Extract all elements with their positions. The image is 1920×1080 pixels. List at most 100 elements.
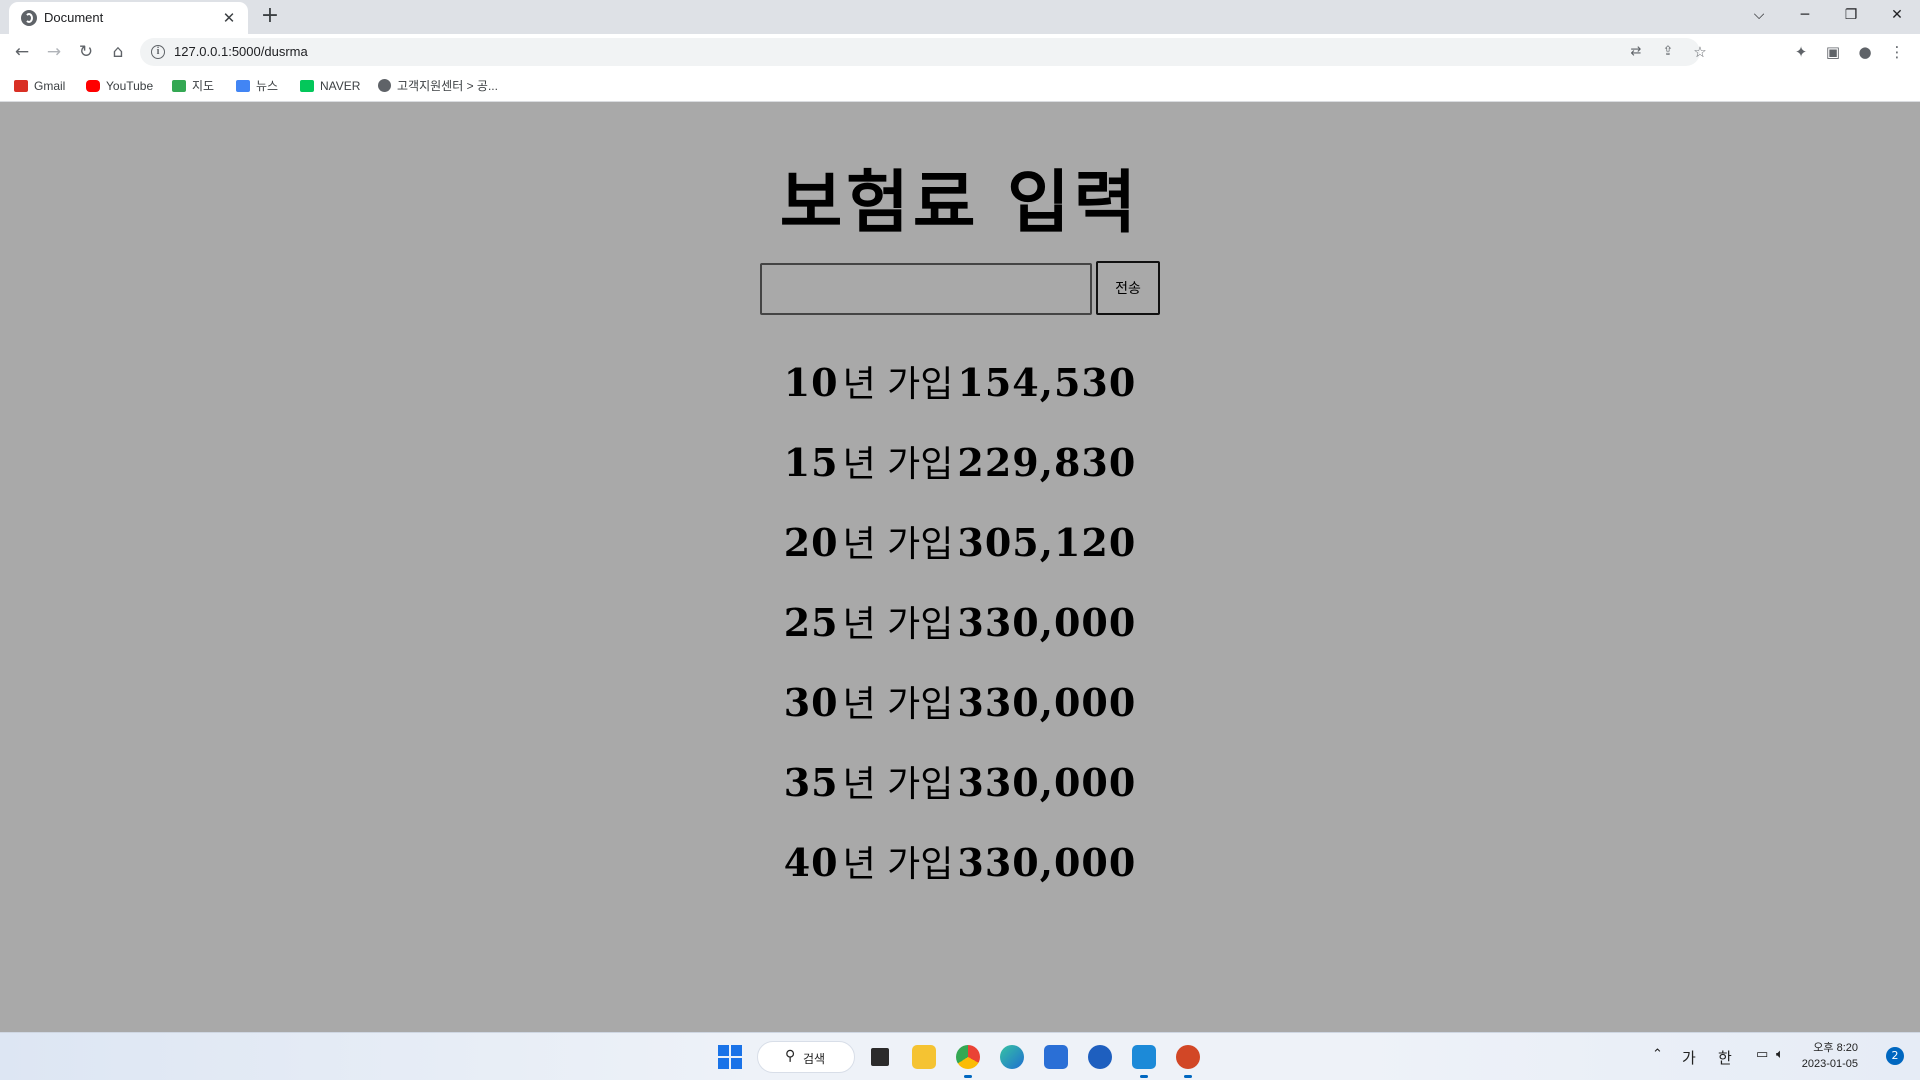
result-amount: 330,000 [957, 840, 1137, 885]
result-item: 20 년 가입 305,120 [0, 503, 1920, 583]
taskbar-search[interactable]: ⚲ 검색 [757, 1041, 855, 1073]
submit-button[interactable]: 전송 [1096, 261, 1160, 315]
clock-date: 2023-01-05 [1801, 1058, 1858, 1070]
volume-icon[interactable]: 🔈︎ [1776, 1047, 1784, 1062]
clock-time: 오후 8:20 [1813, 1042, 1858, 1054]
share-icon[interactable]: ⇪ [1658, 42, 1678, 62]
result-item: 15 년 가입 229,830 [0, 423, 1920, 503]
menu-kebab-icon[interactable]: ⋮ [1883, 38, 1911, 66]
back-icon[interactable]: ← [8, 38, 36, 66]
page-content: 보험료 입력 전송 10 년 가입 154,530 15 년 가입 229,830 20… [0, 103, 1920, 1032]
reload-icon[interactable]: ↻ [72, 38, 100, 66]
result-amount: 154,530 [957, 360, 1137, 405]
chrome-icon[interactable] [952, 1041, 984, 1078]
forward-icon[interactable]: → [40, 38, 68, 66]
powerpoint-icon[interactable] [1172, 1041, 1204, 1078]
news-icon [236, 80, 250, 92]
close-window-button[interactable]: ✕ [1874, 0, 1920, 30]
home-icon[interactable]: ⌂ [104, 38, 132, 66]
result-years: 25 [783, 600, 839, 645]
result-label: 년 가입 [842, 684, 954, 725]
new-tab-button[interactable]: + [258, 5, 282, 29]
page-title: 보험료 입력 [779, 164, 1141, 243]
bookmark-star-icon[interactable]: ☆ [1690, 42, 1710, 62]
notification-badge[interactable]: 2 [1886, 1047, 1904, 1065]
result-label: 년 가입 [842, 764, 954, 805]
result-label: 년 가입 [842, 364, 954, 405]
bookmark-label: 고객지원센터 > 공... [397, 79, 498, 93]
network-icon[interactable]: ▭ [1756, 1047, 1768, 1062]
extensions-icon[interactable]: ✦ [1787, 38, 1815, 66]
chevron-up-icon[interactable]: ⌃ [1652, 1047, 1663, 1062]
restore-button[interactable]: ❐ [1828, 0, 1874, 30]
globe-icon [21, 10, 37, 26]
taskbar: ⚲ 검색 ⌃ 가 한 ▭ 🔈︎ 오후 8:20 2023-01-05 2 [0, 1032, 1920, 1080]
address-bar[interactable]: i 127.0.0.1:5000/dusrma ⇄ ⇪ ☆ [140, 38, 1707, 66]
result-item: 40 년 가입 330,000 [0, 823, 1920, 903]
minimize-button[interactable]: ─ [1782, 0, 1828, 30]
bookmark-label: YouTube [106, 79, 154, 93]
tab-search-icon[interactable]: ⌵ [1736, 0, 1782, 30]
ime-language[interactable]: 가 [1682, 1047, 1696, 1068]
vscode-icon[interactable] [1128, 1041, 1160, 1078]
result-amount: 330,000 [957, 600, 1137, 645]
globe-icon [378, 79, 391, 92]
bookmark-news[interactable]: 뉴스 [236, 78, 278, 94]
bookmark-label: 뉴스 [256, 79, 279, 93]
result-item: 25 년 가입 330,000 [0, 583, 1920, 663]
tab-document[interactable]: Document ✕ [9, 2, 248, 34]
search-label: 검색 [803, 1052, 826, 1066]
bookmark-label: 지도 [192, 79, 215, 93]
result-amount: 330,000 [957, 760, 1137, 805]
result-item: 10 년 가입 154,530 [0, 343, 1920, 423]
youtube-icon [86, 80, 100, 92]
side-panel-icon[interactable]: ▣ [1819, 38, 1847, 66]
result-amount: 305,120 [957, 520, 1137, 565]
bookmark-support[interactable]: 고객지원센터 > 공... [378, 78, 498, 94]
edge-icon[interactable] [996, 1041, 1028, 1073]
maps-icon [172, 80, 186, 92]
result-item: 30 년 가입 330,000 [0, 663, 1920, 743]
bookmark-gmail[interactable]: Gmail [14, 78, 65, 94]
bookmark-label: Gmail [34, 79, 66, 93]
clock[interactable]: 오후 8:20 2023-01-05 [1802, 1040, 1858, 1072]
result-years: 40 [783, 840, 839, 885]
results-list: 10 년 가입 154,530 15 년 가입 229,830 20 년 가입 305,12… [0, 343, 1920, 903]
result-label: 년 가입 [842, 844, 954, 885]
ime-mode[interactable]: 한 [1718, 1047, 1732, 1068]
tab-strip: Document ✕ + ⌵ ─ ❐ ✕ [0, 0, 1920, 34]
result-years: 10 [783, 360, 839, 405]
bookmark-naver[interactable]: NAVER [300, 78, 360, 94]
tab-close-icon[interactable]: ✕ [219, 8, 239, 28]
result-amount: 330,000 [957, 680, 1137, 725]
premium-input[interactable] [760, 263, 1092, 315]
result-label: 년 가입 [842, 604, 954, 645]
tab-title: Document [44, 10, 104, 25]
result-years: 30 [783, 680, 839, 725]
result-amount: 229,830 [957, 440, 1137, 485]
result-years: 20 [783, 520, 839, 565]
result-years: 35 [783, 760, 839, 805]
translate-icon[interactable]: ⇄ [1626, 42, 1646, 62]
bookmark-youtube[interactable]: YouTube [86, 78, 153, 94]
url-text[interactable]: 127.0.0.1:5000/dusrma [174, 44, 308, 59]
result-label: 년 가입 [842, 524, 954, 565]
site-info-icon[interactable]: i [151, 45, 165, 59]
store-icon[interactable] [1040, 1041, 1072, 1073]
browser-toolbar: ← → ↻ ⌂ i 127.0.0.1:5000/dusrma ⇄ ⇪ ☆ [0, 34, 1920, 70]
result-label: 년 가입 [842, 444, 954, 485]
gmail-icon [14, 80, 28, 92]
bookmark-label: NAVER [320, 79, 361, 93]
bookmarks-bar: Gmail YouTube 지도 뉴스 NAVER 고객지원센터 > 공... [0, 70, 1920, 102]
app-arrow-icon[interactable] [1084, 1041, 1116, 1073]
bookmark-maps[interactable]: 지도 [172, 78, 214, 94]
profile-icon[interactable]: ● [1851, 38, 1879, 66]
task-view-icon[interactable] [864, 1041, 896, 1073]
result-item: 35 년 가입 330,000 [0, 743, 1920, 823]
file-explorer-icon[interactable] [908, 1041, 940, 1073]
premium-form: 전송 [760, 261, 1160, 315]
naver-icon [300, 80, 314, 92]
search-icon: ⚲ [785, 1048, 796, 1064]
result-years: 15 [783, 440, 839, 485]
windows-start-icon[interactable] [718, 1045, 742, 1069]
